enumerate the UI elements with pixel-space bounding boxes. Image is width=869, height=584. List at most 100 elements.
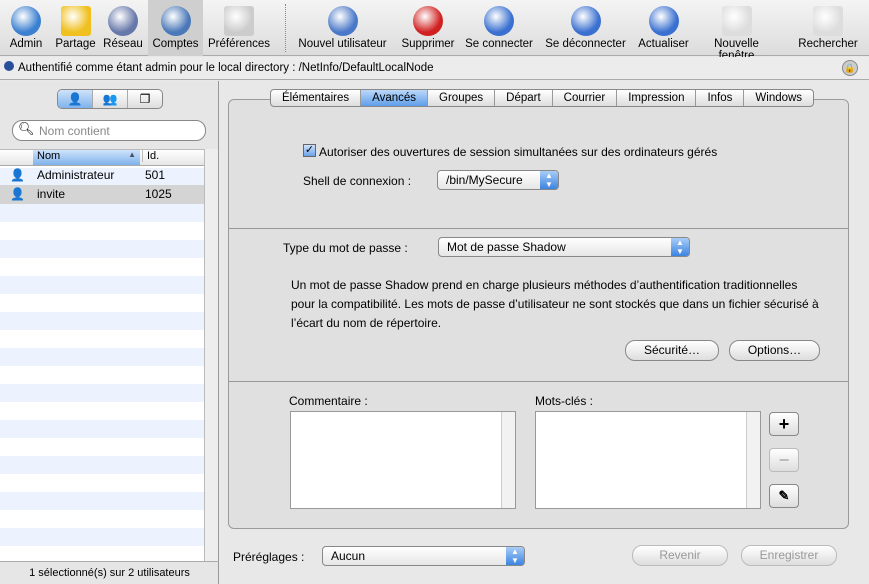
scrollbar[interactable] (746, 412, 760, 508)
user-id: 1025 (145, 187, 172, 201)
auth-status-text: Authentifié comme étant admin pour le lo… (18, 62, 434, 74)
toolbar-label: Se déconnecter (545, 38, 626, 50)
sort-ascending-icon: ▲ (128, 150, 136, 159)
list-scrollbar[interactable] (204, 149, 218, 562)
tab-infos[interactable]: Infos (696, 90, 745, 106)
new-window-icon (721, 6, 752, 36)
sharing-sign-icon (60, 6, 91, 36)
toolbar-button-sharing-sign[interactable]: Partage (52, 0, 99, 56)
lock-icon[interactable]: 🔒 (842, 60, 858, 76)
shell-label: Shell de connexion : (303, 174, 412, 188)
delete-icon (413, 6, 443, 36)
plus-icon (327, 6, 358, 36)
toolbar-separator (285, 4, 286, 52)
tab-groupes[interactable]: Groupes (428, 90, 496, 106)
user-icon: 👤 (10, 187, 25, 201)
toolbar-button-search-documents[interactable]: Rechercher (795, 0, 861, 56)
popup-arrows-icon: ▲ ▼ (671, 238, 689, 256)
tab-depart[interactable]: Départ (495, 90, 553, 106)
search-documents-icon (813, 6, 843, 36)
status-bar: Authentifié comme étant admin pour le lo… (0, 57, 869, 80)
tab-bar: Élémentaires Avancés Groupes Départ Cour… (270, 89, 815, 107)
toolbar-button-plus[interactable]: Nouvel utilisateur (290, 0, 395, 56)
password-type-label: Type du mot de passe : (283, 241, 408, 255)
revert-button[interactable]: Revenir (632, 545, 728, 566)
tab-courrier[interactable]: Courrier (553, 90, 618, 106)
toolbar-label: Se connecter (465, 38, 533, 50)
user-name: invite (37, 187, 66, 201)
toolbar-button-preferences-switch[interactable]: Préférences (203, 0, 275, 56)
user-id: 501 (145, 168, 166, 182)
record-type-selector[interactable]: 👤 👥 ❐ (57, 89, 163, 109)
presets-value: Aucun (331, 549, 366, 563)
toolbar-label: Nouvel utilisateur (298, 38, 387, 50)
accounts-user-icon (160, 6, 191, 36)
column-header-name[interactable]: Nom ▲ (33, 150, 140, 165)
list-header: Nom ▲ Id. (0, 150, 204, 166)
toolbar-button-network-globe[interactable]: Réseau (98, 0, 148, 56)
shell-value: /bin/MySecure (446, 173, 523, 187)
toolbar-label: Admin (9, 38, 43, 50)
search-input[interactable]: Nom contient (12, 120, 206, 141)
security-button[interactable]: Sécurité… (625, 340, 719, 361)
add-keyword-button[interactable]: + (769, 412, 799, 436)
users-segment-icon[interactable]: 👤 (58, 90, 93, 108)
directory-globe-icon[interactable] (4, 61, 14, 71)
password-type-popup[interactable]: Mot de passe Shadow ▲ ▼ (438, 237, 690, 257)
settings-panel: ✓ Autoriser des ouvertures de session si… (228, 99, 849, 529)
admin-user-icon: 👤 (10, 168, 25, 182)
options-button[interactable]: Options… (729, 340, 820, 361)
selection-count: 1 sélectionné(s) sur 2 utilisateurs (0, 561, 219, 584)
plus-icon: + (778, 414, 790, 434)
groups-segment-icon[interactable]: 👥 (93, 90, 128, 108)
toolbar-label: Comptes (152, 38, 199, 50)
tab-avances[interactable]: Avancés (361, 90, 429, 106)
password-type-value: Mot de passe Shadow (447, 240, 566, 254)
toolbar: Admin Partage Réseau Comptes Préférences Nouv… (0, 0, 869, 62)
computer-lists-segment-icon[interactable]: ❐ (128, 90, 162, 108)
toolbar-button-accounts-user[interactable]: Comptes (148, 0, 203, 56)
search-icon[interactable]: 🔍︎ (18, 121, 35, 137)
column-header-id[interactable]: Id. (142, 150, 159, 162)
keywords-label: Mots-clés : (535, 394, 594, 408)
divider (229, 228, 848, 229)
network-globe-icon (108, 6, 138, 36)
tab-windows[interactable]: Windows (744, 90, 813, 106)
refresh-icon (648, 6, 679, 36)
simultaneous-login-checkbox[interactable]: ✓ (303, 144, 316, 157)
minus-icon: − (778, 450, 790, 470)
checkbox-label: Autoriser des ouvertures de session simu… (319, 145, 718, 159)
toolbar-button-new-window[interactable]: Nouvelle fenêtre (697, 0, 776, 62)
list-item[interactable]: 👤 Administrateur 501 (0, 166, 204, 185)
shell-popup[interactable]: /bin/MySecure ▲ ▼ (437, 170, 559, 190)
connect-icon (484, 6, 514, 36)
comment-label: Commentaire : (289, 394, 368, 408)
user-list[interactable]: Nom ▲ Id. 👤 Administrateur 501 👤 invite 1025 (0, 149, 204, 562)
toolbar-button-disconnect[interactable]: Se déconnecter (541, 0, 630, 56)
keywords-list[interactable] (535, 411, 761, 509)
toolbar-button-delete[interactable]: Supprimer (395, 0, 461, 56)
toolbar-label: Préférences (207, 38, 270, 50)
remove-keyword-button[interactable]: − (769, 448, 799, 472)
preferences-switch-icon (224, 6, 254, 36)
pencil-icon: ✎ (778, 488, 790, 503)
toolbar-label: Partage (55, 38, 96, 50)
presets-popup[interactable]: Aucun ▲ ▼ (322, 546, 525, 566)
scrollbar[interactable] (501, 412, 515, 508)
toolbar-button-admin-globe[interactable]: Admin (0, 0, 52, 56)
list-item[interactable]: 👤 invite 1025 (0, 185, 204, 204)
toolbar-label: Rechercher (798, 38, 858, 50)
comment-textarea[interactable] (290, 411, 516, 509)
edit-keywords-button[interactable]: ✎ (769, 484, 799, 508)
password-description: Un mot de passe Shadow prend en charge p… (291, 278, 819, 330)
save-button[interactable]: Enregistrer (741, 545, 837, 566)
tab-elementaires[interactable]: Élémentaires (271, 90, 362, 106)
toolbar-button-connect[interactable]: Se connecter (462, 0, 536, 56)
user-name: Administrateur (37, 168, 115, 182)
tab-impression[interactable]: Impression (617, 90, 697, 106)
presets-label: Préréglages : (233, 550, 305, 564)
toolbar-button-refresh[interactable]: Actualiser (632, 0, 695, 56)
toolbar-label: Supprimer (401, 38, 455, 50)
toolbar-label: Actualiser (638, 38, 689, 50)
disconnect-icon (570, 6, 601, 36)
